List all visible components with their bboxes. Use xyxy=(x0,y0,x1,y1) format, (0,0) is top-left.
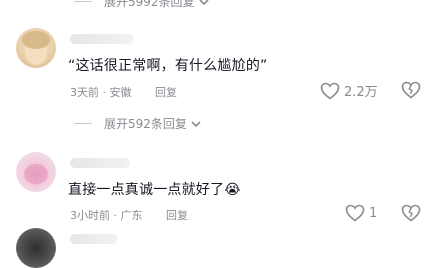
divider-line xyxy=(74,123,92,124)
comment-text: 直接一点真诚一点就好了😭 xyxy=(68,179,241,199)
comment-text-body: 直接一点真诚一点就好了 xyxy=(68,182,225,198)
reply-button[interactable]: 回复 xyxy=(166,207,188,223)
divider-line xyxy=(74,1,92,2)
username[interactable] xyxy=(70,234,118,244)
like-button[interactable]: 2.2万 xyxy=(320,81,378,100)
username[interactable] xyxy=(70,158,130,168)
chevron-down-icon xyxy=(191,120,201,127)
like-count: 2.2万 xyxy=(344,85,378,100)
heart-icon xyxy=(345,204,365,222)
expand-replies[interactable]: 展开592条回复 xyxy=(74,115,202,132)
avatar[interactable] xyxy=(16,152,56,192)
avatar-image xyxy=(22,31,50,65)
like-button[interactable]: 1 xyxy=(345,204,377,222)
broken-heart-icon[interactable] xyxy=(401,81,421,99)
comment-text: “这话很正常啊，有什么尴尬的” xyxy=(68,58,268,74)
like-count: 1 xyxy=(369,205,378,221)
avatar[interactable] xyxy=(16,28,56,68)
heart-icon xyxy=(320,82,340,100)
expand-replies-label: 展开592条回复 xyxy=(104,117,187,131)
comment-location: 广东 xyxy=(120,209,143,222)
avatar-image xyxy=(24,164,48,184)
comment-time: 3天前 xyxy=(70,86,99,99)
comment-time: 3小时前 xyxy=(70,209,110,222)
avatar[interactable] xyxy=(16,228,56,268)
crying-emoji: 😭 xyxy=(224,182,241,198)
meta-separator: · xyxy=(113,209,121,222)
username[interactable] xyxy=(70,34,134,44)
chevron-down-icon xyxy=(198,0,209,5)
comment-meta: 3小时前 · 广东 xyxy=(70,207,143,223)
broken-heart-icon[interactable] xyxy=(401,204,421,222)
expand-replies-label: 展开5992条回复 xyxy=(104,0,195,9)
comment-meta: 3天前 · 安徽 xyxy=(70,84,132,100)
meta-separator: · xyxy=(102,86,110,99)
expand-replies-top[interactable]: 展开5992条回复 xyxy=(74,0,210,10)
reply-button[interactable]: 回复 xyxy=(155,84,177,100)
comment-location: 安徽 xyxy=(109,86,132,99)
